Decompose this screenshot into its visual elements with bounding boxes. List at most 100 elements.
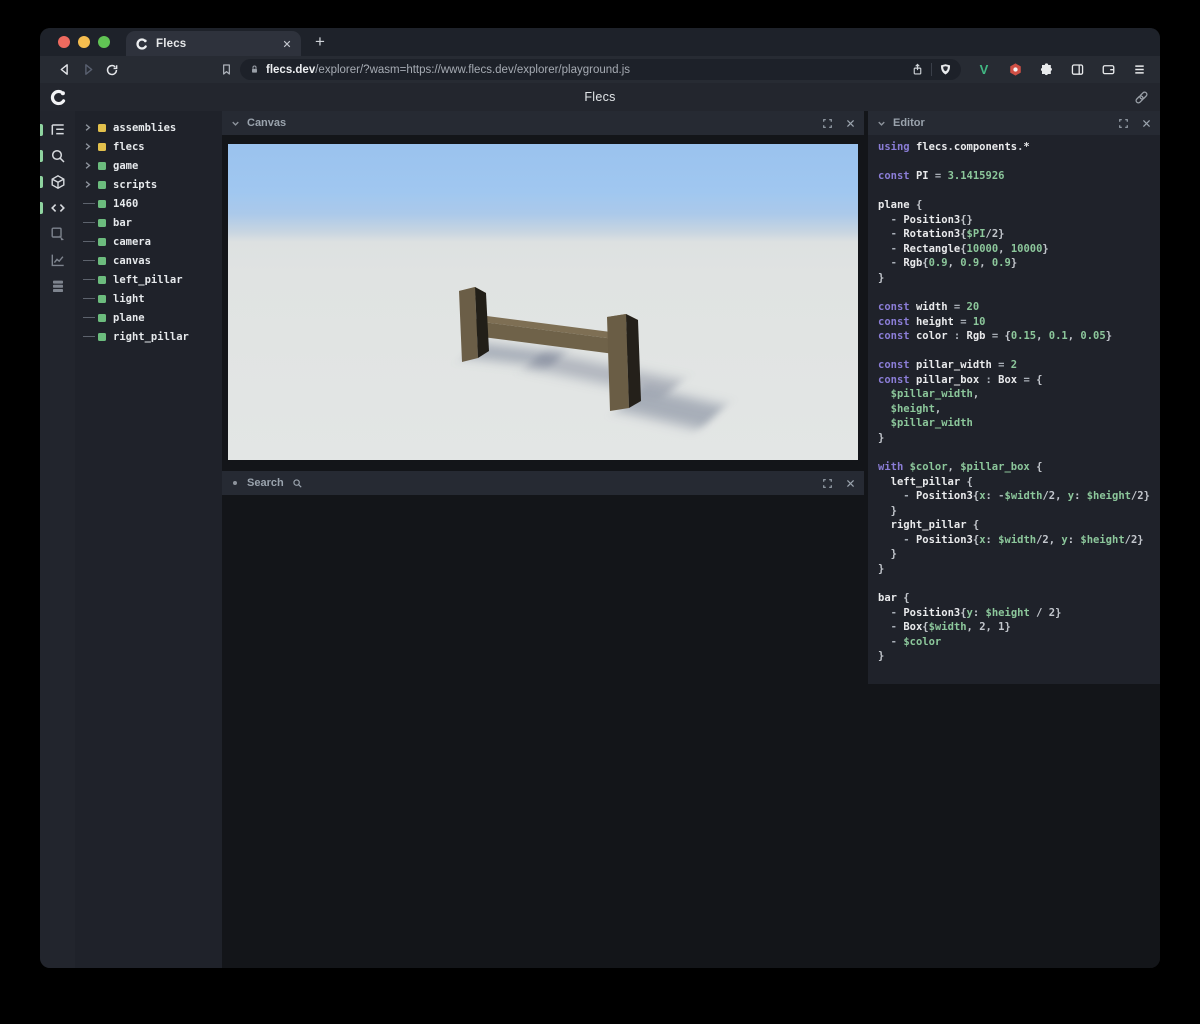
code-line: const pillar_box : Box = {	[878, 373, 1043, 386]
left-pillar-front	[459, 287, 478, 362]
rail-inspector-pointer-icon[interactable]	[40, 221, 75, 247]
tree-item-bar[interactable]: bar	[75, 213, 222, 232]
url-bar-actions	[911, 63, 952, 76]
code-line: - Rotation3{$PI/2}	[890, 228, 1005, 241]
tree-item-label: right_pillar	[113, 330, 189, 343]
tree-item-scripts[interactable]: scripts	[75, 175, 222, 194]
tree-item-label: 1460	[113, 197, 139, 210]
editor-panel-title: Editor	[893, 117, 925, 129]
close-icon[interactable]	[1141, 118, 1152, 129]
search-panel: Search	[222, 471, 864, 968]
browser-tab-flecs[interactable]: Flecs	[126, 31, 301, 56]
active-indicator	[40, 176, 43, 188]
bookmark-icon[interactable]	[220, 63, 233, 76]
vue-devtools-icon[interactable]: V	[975, 61, 993, 79]
extension-hex-icon[interactable]	[1006, 61, 1024, 79]
search-panel-title: Search	[247, 477, 284, 489]
window-zoom-button[interactable]	[98, 36, 110, 48]
rail-search-icon[interactable]	[40, 143, 75, 169]
chevron-down-icon[interactable]	[230, 118, 241, 129]
back-icon[interactable]	[52, 59, 76, 81]
browser-window: Flecs + flecs.dev/explorer/?wasm=https:/…	[40, 28, 1160, 968]
menu-icon[interactable]	[1130, 61, 1148, 79]
tree-item-light[interactable]: light	[75, 289, 222, 308]
leaf-dash-icon	[83, 279, 98, 280]
tree-item-label: light	[113, 292, 145, 305]
center-column: Canvas Search	[222, 111, 864, 968]
canvas-panel-title: Canvas	[247, 117, 287, 129]
reload-icon[interactable]	[100, 59, 124, 81]
tree-item-label: left_pillar	[113, 273, 183, 286]
tree-item-flecs[interactable]: flecs	[75, 137, 222, 156]
canvas-panel-body	[222, 135, 864, 461]
brave-shield-icon[interactable]	[939, 63, 952, 76]
code-line: }	[890, 548, 897, 561]
code-line: - Box{$width, 2, 1}	[890, 621, 1011, 634]
code-line: const width = 20	[878, 301, 980, 314]
page-title: Flecs	[584, 90, 616, 104]
expand-icon[interactable]	[822, 478, 833, 489]
tree-item-right_pillar[interactable]: right_pillar	[75, 327, 222, 346]
expand-caret-icon[interactable]	[83, 123, 98, 132]
close-icon[interactable]	[845, 478, 856, 489]
share-link-icon[interactable]	[1134, 90, 1149, 105]
code-line: }	[878, 271, 885, 284]
wallet-icon[interactable]	[1099, 61, 1117, 79]
rail-stats-rows-icon[interactable]	[40, 273, 75, 299]
chevron-down-icon[interactable]	[876, 118, 887, 129]
code-line: const pillar_width = 2	[878, 359, 1018, 372]
nav-rail	[40, 111, 75, 968]
close-icon[interactable]	[845, 118, 856, 129]
leaf-dash-icon	[83, 203, 98, 204]
expand-caret-icon[interactable]	[83, 142, 98, 151]
window-close-button[interactable]	[58, 36, 70, 48]
rail-code-icon[interactable]	[40, 195, 75, 221]
entity-color-square	[98, 161, 106, 170]
tree-item-camera[interactable]: camera	[75, 232, 222, 251]
url-bar[interactable]: flecs.dev/explorer/?wasm=https://www.fle…	[240, 59, 961, 80]
search-panel-header: Search	[222, 471, 864, 495]
app-header: Flecs	[40, 83, 1160, 111]
forward-icon[interactable]	[76, 59, 100, 81]
tab-close-icon[interactable]	[282, 39, 292, 49]
entity-color-square	[98, 180, 106, 189]
code-line: with $color, $pillar_box {	[878, 461, 1043, 474]
expand-icon[interactable]	[822, 118, 833, 129]
lock-icon	[249, 64, 260, 75]
tree-item-label: flecs	[113, 140, 145, 153]
leaf-dash-icon	[83, 298, 98, 299]
entity-color-square	[98, 142, 106, 151]
extensions-puzzle-icon[interactable]	[1037, 61, 1055, 79]
canvas-3d-viewport[interactable]	[228, 144, 858, 460]
share-icon[interactable]	[911, 63, 924, 76]
sidebar-toggle-icon[interactable]	[1068, 61, 1086, 79]
code-line: }	[878, 650, 885, 663]
tree-item-1460[interactable]: 1460	[75, 194, 222, 213]
entity-color-square	[98, 218, 106, 227]
entity-color-square	[98, 275, 106, 284]
search-panel-body	[222, 495, 864, 968]
expand-caret-icon[interactable]	[83, 161, 98, 170]
tree-item-canvas[interactable]: canvas	[75, 251, 222, 270]
rail-tree-view-icon[interactable]	[40, 117, 75, 143]
window-minimize-button[interactable]	[78, 36, 90, 48]
entity-color-square	[98, 313, 106, 322]
collapsed-dot-icon[interactable]	[233, 481, 237, 485]
rail-entities-cube-icon[interactable]	[40, 169, 75, 195]
leaf-dash-icon	[83, 336, 98, 337]
expand-icon[interactable]	[1118, 118, 1129, 129]
tree-item-game[interactable]: game	[75, 156, 222, 175]
entity-color-square	[98, 294, 106, 303]
tree-item-plane[interactable]: plane	[75, 308, 222, 327]
expand-caret-icon[interactable]	[83, 180, 98, 189]
tree-item-assemblies[interactable]: assemblies	[75, 118, 222, 137]
code-line: const color : Rgb = {0.15, 0.1, 0.05}	[878, 330, 1113, 343]
leaf-dash-icon	[83, 260, 98, 261]
rail-chart-icon[interactable]	[40, 247, 75, 273]
code-editor[interactable]: using flecs.components.* const PI = 3.14…	[868, 135, 1160, 684]
tree-item-left_pillar[interactable]: left_pillar	[75, 270, 222, 289]
url-bar-divider	[931, 63, 932, 76]
new-tab-button[interactable]: +	[301, 33, 325, 52]
